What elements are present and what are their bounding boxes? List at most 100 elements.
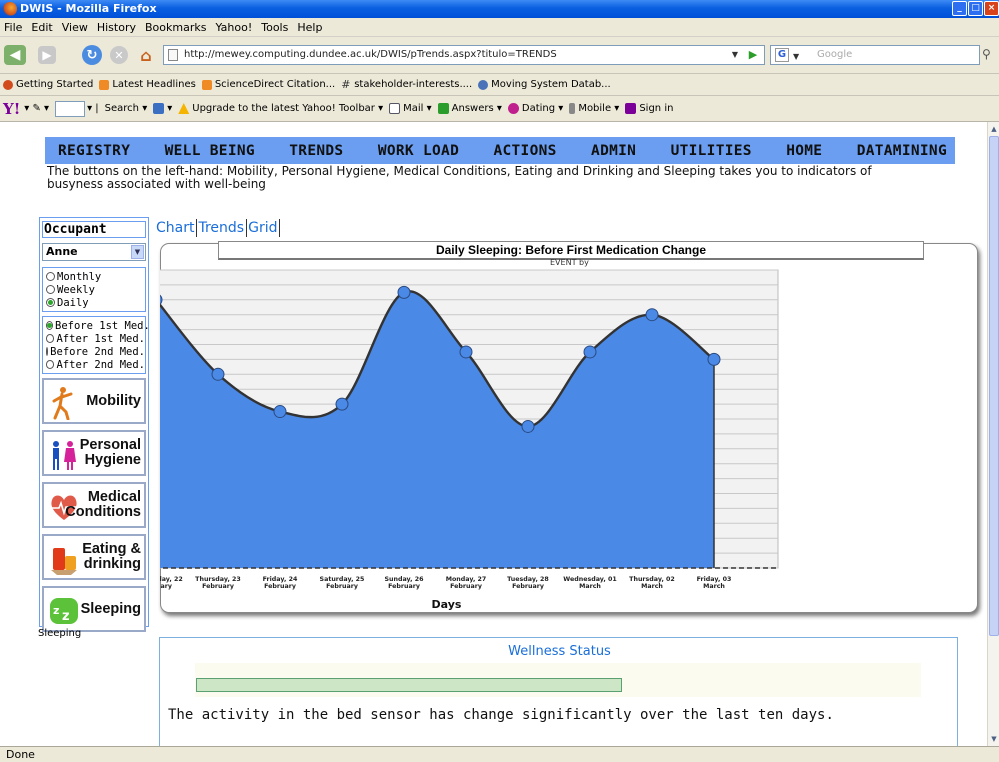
back-button[interactable]: ◀ — [4, 45, 26, 65]
nav-admin[interactable]: ADMIN — [591, 143, 636, 159]
nav-datamining[interactable]: DATAMINING — [857, 143, 947, 159]
menu-edit[interactable]: Edit — [31, 21, 52, 34]
pencil-icon[interactable]: ▾ ✎ ▾ — [24, 103, 49, 114]
forward-button[interactable]: ▶ — [38, 46, 56, 64]
history-dropdown-icon[interactable]: ▼ — [728, 48, 742, 62]
occupant-select[interactable]: Anne ▼ — [42, 243, 146, 261]
menu-bookmarks[interactable]: Bookmarks — [145, 21, 206, 34]
yahoo-logo-icon[interactable]: Y! — [3, 100, 20, 118]
x-tick-label: Wednesday, 01 — [563, 576, 617, 583]
radio-circle[interactable] — [46, 298, 55, 307]
menu-view[interactable]: View — [62, 21, 88, 34]
wellness-message: The activity in the bed sensor has chang… — [168, 707, 834, 723]
yahoo-mobile-button[interactable]: Mobile ▾ — [569, 103, 619, 114]
medical-label-line2: Conditions — [65, 504, 141, 520]
nav-work-load[interactable]: WORK LOAD — [378, 143, 459, 159]
chevron-down-icon[interactable]: ▼ — [131, 245, 144, 259]
go-icon[interactable]: ▶ — [746, 48, 760, 62]
scroll-thumb[interactable] — [989, 136, 999, 636]
nav-utilities[interactable]: UTILITIES — [671, 143, 752, 159]
search-icon[interactable]: ⚲ — [982, 47, 996, 63]
data-point — [645, 308, 659, 322]
bookmark-stakeholder[interactable]: # stakeholder-interests.... — [341, 79, 472, 90]
bookmarks-toolbar: Getting Started Latest Headlines Science… — [0, 74, 999, 96]
radio-label: After 1st Med. — [56, 332, 145, 345]
radio-daily[interactable]: Daily — [46, 296, 145, 309]
nav-actions[interactable]: ACTIONS — [493, 143, 556, 159]
address-bar[interactable]: http://mewey.computing.dundee.ac.uk/DWIS… — [163, 45, 765, 65]
x-tick-label: March — [641, 583, 663, 590]
yahoo-answers-button[interactable]: Answers ▾ — [437, 103, 502, 114]
maximize-button[interactable]: □ — [968, 1, 983, 16]
menu-yahoo[interactable]: Yahoo! — [215, 21, 252, 34]
radio-after-1st-med[interactable]: After 1st Med. — [46, 332, 145, 345]
data-point — [335, 397, 349, 411]
yahoo-dropdown-icon[interactable]: ▾ | — [87, 103, 99, 114]
scroll-down-icon[interactable]: ▼ — [989, 733, 999, 745]
close-button[interactable]: × — [984, 1, 999, 16]
heart-icon — [507, 103, 519, 114]
personal-hygiene-button[interactable]: Personal Hygiene — [42, 430, 146, 476]
reload-icon[interactable]: ↻ — [82, 45, 102, 65]
nav-well-being[interactable]: WELL BEING — [165, 143, 255, 159]
scroll-up-icon[interactable]: ▲ — [989, 123, 999, 135]
home-icon[interactable]: ⌂ — [136, 45, 156, 65]
search-input[interactable]: G ▼ Google — [770, 45, 980, 65]
radio-circle[interactable] — [46, 321, 53, 330]
radio-label: Before 2nd Med. — [50, 345, 145, 358]
nav-registry[interactable]: REGISTRY — [58, 143, 130, 159]
hygiene-label-line2: Hygiene — [84, 452, 141, 468]
medical-conditions-button[interactable]: Medical Conditions — [42, 482, 146, 528]
radio-circle[interactable] — [46, 360, 55, 369]
menu-history[interactable]: History — [97, 21, 136, 34]
sleeping-button[interactable]: z z Sleeping — [42, 586, 146, 632]
mail-icon — [389, 103, 401, 114]
menu-tools[interactable]: Tools — [261, 21, 288, 34]
globe-icon — [478, 79, 489, 90]
radio-before-1st-med[interactable]: Before 1st Med. — [46, 319, 150, 332]
mobility-button[interactable]: Mobility — [42, 378, 146, 424]
tab-trends[interactable]: Trends — [197, 219, 248, 237]
radio-circle[interactable] — [46, 334, 55, 343]
stop-icon[interactable]: ✕ — [110, 46, 128, 64]
medical-label-line1: Medical — [87, 489, 141, 505]
radio-before-2nd-med[interactable]: Before 2nd Med. — [46, 345, 145, 358]
radio-weekly[interactable]: Weekly — [46, 283, 145, 296]
yahoo-mail-button[interactable]: Mail ▾ — [389, 103, 432, 114]
yahoo-upgrade-link[interactable]: Upgrade to the latest Yahoo! Toolbar ▾ — [178, 103, 383, 114]
nav-trends[interactable]: TRENDS — [289, 143, 343, 159]
tab-chart[interactable]: Chart — [155, 219, 198, 237]
x-axis-label: Days — [432, 598, 462, 611]
yahoo-search-field[interactable] — [55, 100, 86, 117]
vertical-scrollbar[interactable]: ▲ ▼ — [987, 122, 999, 746]
tab-grid[interactable]: Grid — [247, 219, 281, 237]
restroom-icon — [53, 441, 76, 470]
engine-dropdown-icon[interactable]: ▼ — [793, 48, 799, 66]
google-icon[interactable]: G — [775, 48, 789, 62]
nav-home[interactable]: HOME — [786, 143, 822, 159]
bookmark-sciencedirect[interactable]: ScienceDirect Citation... — [201, 79, 335, 90]
bookmark-getting-started[interactable]: Getting Started — [3, 79, 93, 90]
bookmark-latest-headlines[interactable]: Latest Headlines — [99, 79, 196, 90]
radio-circle[interactable] — [46, 347, 49, 356]
status-text: Done — [6, 748, 35, 761]
yahoo-upgrade-label: Upgrade to the latest Yahoo! Toolbar — [192, 103, 375, 114]
radio-after-2nd-med[interactable]: After 2nd Med. — [46, 358, 145, 371]
shield-icon[interactable]: ▾ — [153, 103, 172, 114]
intro-text: The buttons on the left-hand: Mobility, … — [47, 164, 872, 191]
eating-drinking-button[interactable]: Eating & drinking — [42, 534, 146, 580]
yahoo-search-button[interactable]: Search ▾ — [105, 103, 148, 114]
radio-monthly[interactable]: Monthly — [46, 270, 145, 283]
menu-file[interactable]: File — [4, 21, 22, 34]
title-bar: DWIS - Mozilla Firefox _ □ × — [0, 0, 999, 18]
radio-circle[interactable] — [46, 285, 55, 294]
sleep-zzz-icon: z z — [50, 598, 78, 624]
hygiene-label-line1: Personal — [79, 437, 141, 453]
yahoo-signin-button[interactable]: Sign in — [625, 103, 673, 114]
yahoo-dating-button[interactable]: Dating ▾ — [507, 103, 563, 114]
menu-help[interactable]: Help — [297, 21, 322, 34]
bookmark-moving-system[interactable]: Moving System Datab... — [478, 79, 611, 90]
status-bar: Done — [0, 746, 999, 762]
minimize-button[interactable]: _ — [952, 1, 967, 16]
radio-circle[interactable] — [46, 272, 55, 281]
